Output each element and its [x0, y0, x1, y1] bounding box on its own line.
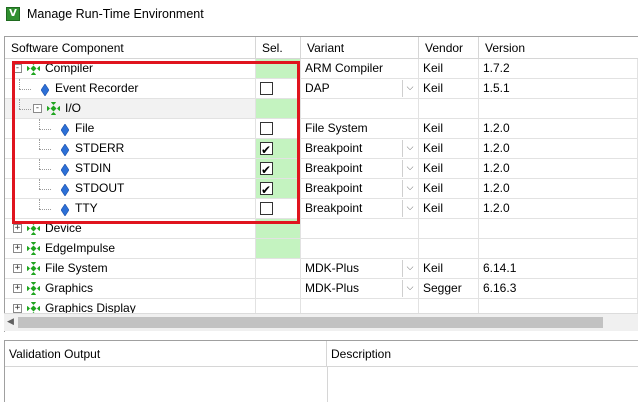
chevron-down-icon[interactable]: ⌵: [402, 200, 417, 217]
variant-cell[interactable]: Breakpoint ⌵: [301, 139, 419, 159]
chevron-down-icon[interactable]: ⌵: [402, 140, 417, 157]
variant-cell[interactable]: Breakpoint ⌵: [301, 199, 419, 219]
header-software-component[interactable]: Software Component: [5, 37, 256, 59]
window-title: Manage Run-Time Environment: [27, 6, 204, 21]
variant-value: File System: [305, 121, 368, 135]
component-row[interactable]: + EdgeImpulse: [5, 239, 638, 259]
version-cell: 6.14.1: [479, 259, 638, 279]
horizontal-scrollbar[interactable]: ◀: [4, 313, 638, 331]
variant-value: DAP: [305, 81, 330, 95]
component-label: EdgeImpulse: [45, 241, 116, 255]
expand-icon[interactable]: +: [13, 264, 22, 273]
vendor-cell: Segger: [419, 279, 479, 299]
variant-value: MDK-Plus: [305, 261, 360, 275]
vendor-cell: Keil: [419, 119, 479, 139]
vendor-cell: Keil: [419, 159, 479, 179]
component-row[interactable]: + Graphics MDK-Plus ⌵ Segger 6.16.3: [5, 279, 638, 299]
component-name-cell[interactable]: + EdgeImpulse: [5, 239, 256, 259]
version-cell: 1.2.0: [479, 159, 638, 179]
vendor-cell: Keil: [419, 139, 479, 159]
variant-cell: [301, 239, 419, 259]
expand-icon[interactable]: +: [13, 304, 22, 313]
header-vendor[interactable]: Vendor: [419, 37, 479, 59]
vendor-cell: [419, 99, 479, 119]
version-cell: [479, 239, 638, 259]
scroll-left-icon[interactable]: ◀: [7, 317, 14, 327]
header-description[interactable]: Description: [327, 341, 638, 367]
variant-cell[interactable]: Breakpoint ⌵: [301, 179, 419, 199]
component-label: File System: [45, 261, 108, 275]
column-divider: [327, 367, 328, 402]
component-name-cell[interactable]: + File System: [5, 259, 256, 279]
chevron-down-icon[interactable]: ⌵: [402, 160, 417, 177]
vendor-cell: [419, 219, 479, 239]
expand-icon[interactable]: +: [13, 224, 22, 233]
version-cell: 1.2.0: [479, 119, 638, 139]
version-cell: [479, 219, 638, 239]
expand-icon[interactable]: +: [13, 244, 22, 253]
header-variant[interactable]: Variant: [301, 37, 419, 59]
scrollbar-thumb[interactable]: [18, 317, 603, 328]
variant-value: Breakpoint: [305, 201, 363, 215]
variant-cell: File System: [301, 119, 419, 139]
component-name-cell[interactable]: + Graphics: [5, 279, 256, 299]
variant-value: ARM Compiler: [305, 61, 384, 75]
component-group-icon: [25, 260, 42, 277]
vendor-cell: Keil: [419, 259, 479, 279]
version-cell: 6.16.3: [479, 279, 638, 299]
component-group-icon: [25, 240, 42, 257]
keil-v-icon: V: [6, 6, 20, 21]
vendor-cell: Keil: [419, 179, 479, 199]
variant-cell: [301, 99, 419, 119]
variant-value: Breakpoint: [305, 181, 363, 195]
manage-rte-window: V Manage Run-Time Environment Software C…: [0, 0, 638, 402]
variant-cell: ARM Compiler: [301, 59, 419, 79]
chevron-down-icon[interactable]: ⌵: [402, 280, 417, 297]
sel-cell: [256, 259, 301, 279]
variant-value: MDK-Plus: [305, 281, 360, 295]
header-validation-output[interactable]: Validation Output: [5, 341, 327, 367]
version-cell: 1.2.0: [479, 179, 638, 199]
variant-cell[interactable]: MDK-Plus ⌵: [301, 259, 419, 279]
chevron-down-icon[interactable]: ⌵: [402, 180, 417, 197]
variant-cell[interactable]: Breakpoint ⌵: [301, 159, 419, 179]
highlight-annotation-box: [12, 61, 300, 224]
variant-cell: [301, 219, 419, 239]
chevron-down-icon[interactable]: ⌵: [402, 80, 417, 97]
title-bar: V Manage Run-Time Environment: [0, 0, 638, 27]
variant-value: Breakpoint: [305, 141, 363, 155]
component-row[interactable]: + File System MDK-Plus ⌵ Keil 6.14.1: [5, 259, 638, 279]
version-cell: 1.2.0: [479, 139, 638, 159]
variant-cell[interactable]: DAP ⌵: [301, 79, 419, 99]
header-version[interactable]: Version: [479, 37, 638, 59]
vendor-cell: Keil: [419, 59, 479, 79]
version-cell: 1.5.1: [479, 79, 638, 99]
variant-value: Breakpoint: [305, 161, 363, 175]
sel-cell: [256, 239, 301, 259]
component-group-icon: [25, 280, 42, 297]
vendor-cell: Keil: [419, 79, 479, 99]
header-sel[interactable]: Sel.: [256, 37, 301, 59]
sel-cell: [256, 279, 301, 299]
validation-panel: Validation Output Description: [4, 340, 638, 402]
version-cell: 1.2.0: [479, 199, 638, 219]
variant-cell[interactable]: MDK-Plus ⌵: [301, 279, 419, 299]
chevron-down-icon[interactable]: ⌵: [402, 260, 417, 277]
version-cell: [479, 99, 638, 119]
version-cell: 1.7.2: [479, 59, 638, 79]
vendor-cell: Keil: [419, 199, 479, 219]
component-label: Graphics: [45, 281, 94, 295]
expand-icon[interactable]: +: [13, 284, 22, 293]
vendor-cell: [419, 239, 479, 259]
